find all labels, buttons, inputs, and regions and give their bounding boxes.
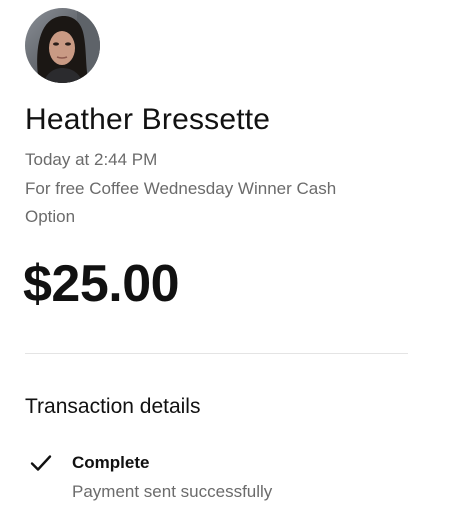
transaction-details-heading: Transaction details <box>25 395 201 418</box>
avatar-photo <box>25 8 100 83</box>
avatar[interactable] <box>25 8 100 83</box>
payment-note-line-2: Option <box>25 207 76 226</box>
payment-note-line-1: For free Coffee Wednesday Winner Cash <box>25 179 337 198</box>
payment-amount: $25.00 <box>23 255 180 313</box>
status-subtitle: Payment sent successfully <box>72 482 273 501</box>
status-label: Complete <box>72 453 150 472</box>
check-icon <box>30 455 52 471</box>
divider <box>25 353 408 354</box>
recipient-name: Heather Bressette <box>25 103 271 136</box>
payment-time: Today at 2:44 PM <box>25 150 158 169</box>
